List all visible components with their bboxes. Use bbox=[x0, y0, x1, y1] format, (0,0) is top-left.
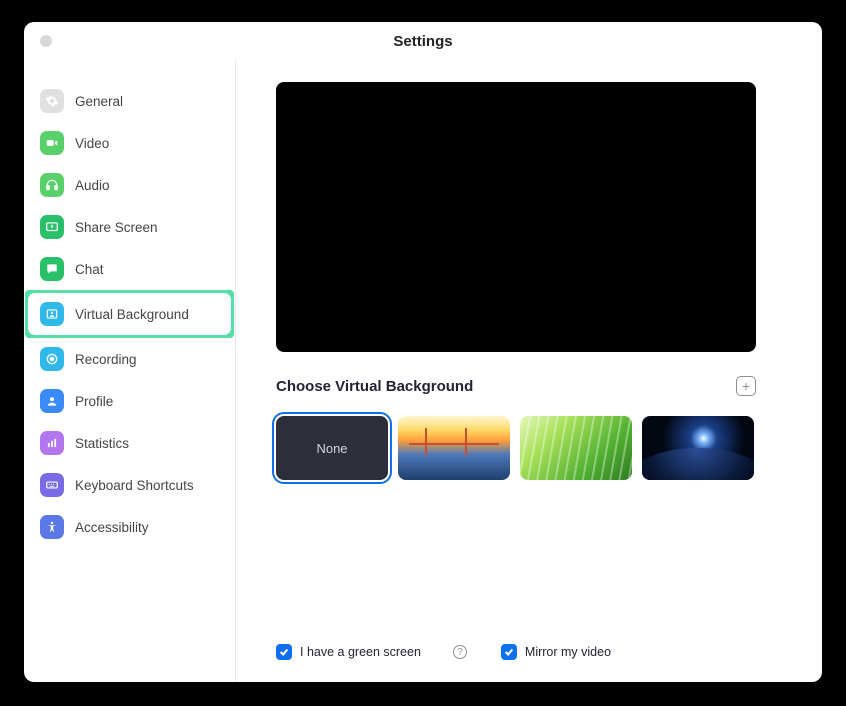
keyboard-icon bbox=[40, 473, 64, 497]
record-icon bbox=[40, 347, 64, 371]
check-icon bbox=[504, 647, 514, 657]
sidebar-item-virtual-background[interactable]: Virtual Background bbox=[28, 293, 231, 335]
active-highlight: Virtual Background bbox=[25, 290, 234, 338]
sidebar: General Video Audio Share Screen Chat Virtual… bbox=[24, 60, 236, 682]
titlebar: Settings bbox=[24, 22, 822, 60]
sidebar-item-label: Statistics bbox=[75, 436, 129, 451]
sidebar-item-label: Share Screen bbox=[75, 220, 158, 235]
checkbox-box bbox=[276, 644, 292, 660]
thumb-label: None bbox=[316, 441, 347, 456]
sidebar-item-label: Profile bbox=[75, 394, 113, 409]
window-body: General Video Audio Share Screen Chat Virtual… bbox=[24, 60, 822, 682]
sidebar-item-video[interactable]: Video bbox=[28, 122, 231, 164]
sidebar-item-label: Audio bbox=[75, 178, 110, 193]
add-background-button[interactable]: + bbox=[736, 376, 756, 396]
check-icon bbox=[279, 647, 289, 657]
sidebar-item-label: Video bbox=[75, 136, 109, 151]
bg-thumb-grass[interactable] bbox=[520, 416, 632, 480]
checkbox-box bbox=[501, 644, 517, 660]
sidebar-item-label: Virtual Background bbox=[75, 307, 189, 322]
bg-thumb-none[interactable]: None bbox=[276, 416, 388, 480]
sidebar-item-recording[interactable]: Recording bbox=[28, 338, 231, 380]
bg-thumb-space[interactable] bbox=[642, 416, 754, 480]
share-screen-icon bbox=[40, 215, 64, 239]
video-icon bbox=[40, 131, 64, 155]
sidebar-item-general[interactable]: General bbox=[28, 80, 231, 122]
close-dot[interactable] bbox=[40, 35, 52, 47]
background-thumbs: None bbox=[276, 416, 786, 480]
sidebar-item-label: Chat bbox=[75, 262, 104, 277]
settings-window: Settings General Video Audio Share Screen Ch… bbox=[24, 22, 822, 682]
checkbox-label: I have a green screen bbox=[300, 645, 421, 659]
sidebar-item-label: Accessibility bbox=[75, 520, 149, 535]
checkbox-label: Mirror my video bbox=[525, 645, 611, 659]
sidebar-item-accessibility[interactable]: Accessibility bbox=[28, 506, 231, 548]
gear-icon bbox=[40, 89, 64, 113]
profile-icon bbox=[40, 389, 64, 413]
mirror-checkbox[interactable]: Mirror my video bbox=[501, 644, 611, 660]
stats-icon bbox=[40, 431, 64, 455]
headphones-icon bbox=[40, 173, 64, 197]
plus-icon: + bbox=[742, 379, 750, 393]
video-preview bbox=[276, 82, 756, 352]
sidebar-item-statistics[interactable]: Statistics bbox=[28, 422, 231, 464]
bg-thumb-bridge[interactable] bbox=[398, 416, 510, 480]
content-pane: Choose Virtual Background + None bbox=[236, 60, 822, 682]
accessibility-icon bbox=[40, 515, 64, 539]
window-controls[interactable] bbox=[40, 35, 52, 47]
sidebar-item-label: Recording bbox=[75, 352, 137, 367]
sidebar-item-keyboard-shortcuts[interactable]: Keyboard Shortcuts bbox=[28, 464, 231, 506]
help-icon[interactable]: ? bbox=[453, 645, 467, 659]
sidebar-item-audio[interactable]: Audio bbox=[28, 164, 231, 206]
sidebar-item-profile[interactable]: Profile bbox=[28, 380, 231, 422]
sidebar-item-share-screen[interactable]: Share Screen bbox=[28, 206, 231, 248]
chat-icon bbox=[40, 257, 64, 281]
section-title: Choose Virtual Background bbox=[276, 378, 473, 395]
sidebar-item-chat[interactable]: Chat bbox=[28, 248, 231, 290]
footer-options: I have a green screen ? Mirror my video bbox=[276, 644, 786, 662]
window-title: Settings bbox=[393, 33, 452, 50]
virtual-bg-icon bbox=[40, 302, 64, 326]
sidebar-item-label: Keyboard Shortcuts bbox=[75, 478, 194, 493]
green-screen-checkbox[interactable]: I have a green screen bbox=[276, 644, 421, 660]
sidebar-item-label: General bbox=[75, 94, 123, 109]
